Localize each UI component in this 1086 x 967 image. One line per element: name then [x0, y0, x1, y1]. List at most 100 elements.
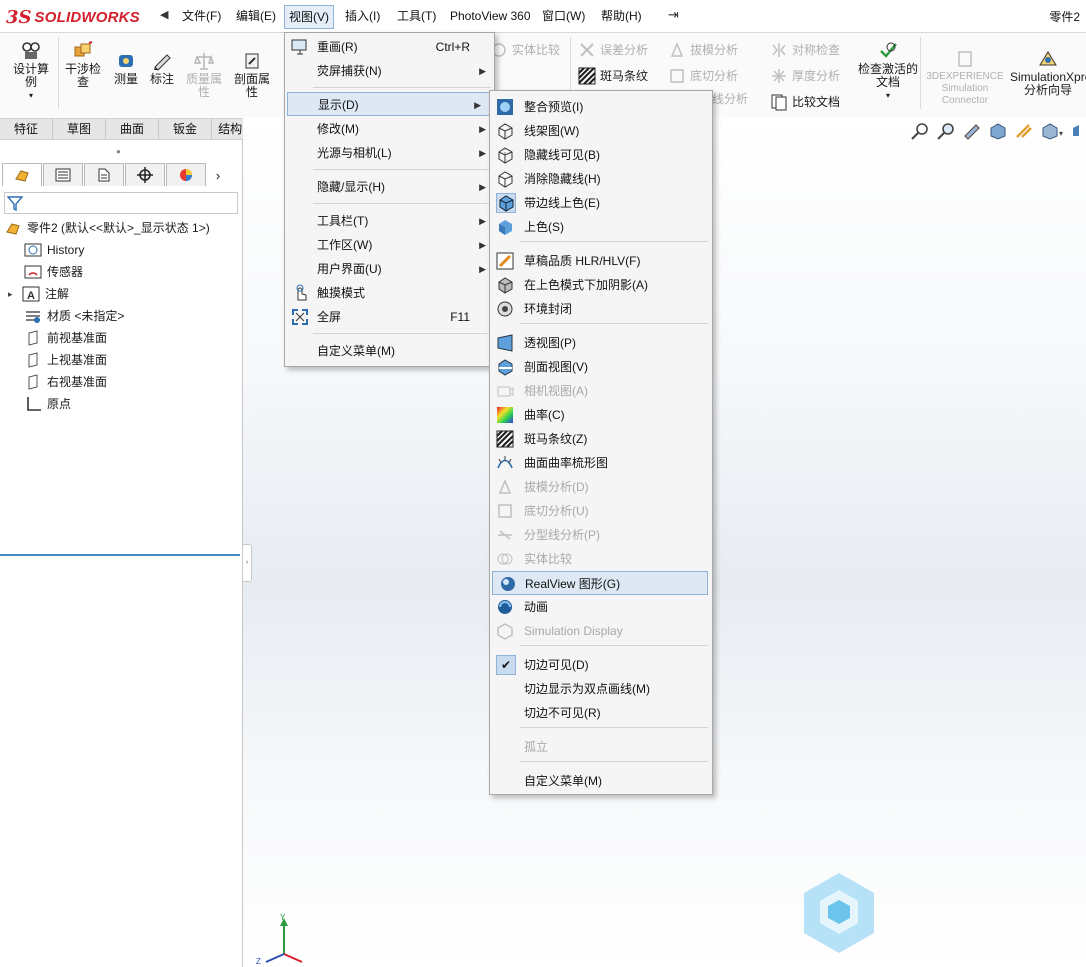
display-menu-item-undercut-16[interactable]: 底切分析(U) — [490, 499, 710, 523]
display-menu-item-text-item-22[interactable]: ✔ 切边可见(D) — [490, 653, 710, 677]
menu-item-modify[interactable]: 修改(M) ▶ — [285, 117, 494, 141]
check-active-document-button[interactable]: 检查激活的文档 ▾ — [858, 41, 918, 102]
section-view-icon[interactable] — [988, 122, 1008, 140]
tree-root-part[interactable]: 零件2 (默认<<默认>_显示状态 1>) — [4, 217, 210, 239]
display-menu-item-compare-18[interactable]: 实体比较 — [490, 547, 710, 571]
simulationxpress-button[interactable]: SimulationXpress分析向导 — [1010, 49, 1086, 97]
zebra-stripes-button[interactable]: 斑马条纹 — [578, 67, 648, 85]
display-menu-item-text-item-24[interactable]: 切边不可见(R) — [490, 701, 710, 725]
tree-item-sensors[interactable]: 传感器 — [24, 261, 83, 283]
display-menu-item-text-item-23[interactable]: 切边显示为双点画线(M) — [490, 677, 710, 701]
tree-item-top-plane[interactable]: 上视基准面 — [24, 349, 107, 371]
menu-item-toolbars[interactable]: 工具栏(T) ▶ — [285, 209, 494, 233]
tab-property-manager[interactable] — [43, 163, 83, 186]
menu-view[interactable]: 视图(V) — [284, 5, 334, 29]
symmetry-check-button[interactable]: 对称检查 — [770, 41, 840, 59]
draft-analysis-button[interactable]: 拔模分析 — [668, 41, 738, 59]
tab-display-manager[interactable] — [166, 163, 206, 186]
undercut-analysis-button[interactable]: 底切分析 — [668, 67, 738, 85]
tab-dimxpert[interactable] — [125, 163, 165, 186]
interference-button[interactable]: 干涉检查 — [62, 41, 104, 89]
menu-item-workspace[interactable]: 工作区(W) ▶ — [285, 233, 494, 257]
display-menu-item-animation-20[interactable]: 动画 — [490, 595, 710, 619]
display-menu-item-parting-line-17[interactable]: 分型线分析(P) — [490, 523, 710, 547]
panel-grip-icon[interactable]: ● — [116, 147, 121, 156]
menu-tools[interactable]: 工具(T) — [393, 5, 440, 27]
measure-button[interactable]: 测量 — [110, 51, 142, 86]
display-menu-item-shaded-edges-4[interactable]: 带边线上色(E) — [490, 191, 710, 215]
parting-line-analysis-button[interactable]: 线分析 — [712, 93, 748, 106]
pin-icon[interactable]: ⇥ — [668, 7, 679, 23]
display-menu-item-shadows-7[interactable]: 在上色模式下加阴影(A) — [490, 273, 710, 297]
tab-sketch[interactable]: 草图 — [53, 119, 107, 139]
menu-item-screen-capture[interactable]: 荧屏捕获(N) ▶ — [285, 59, 494, 83]
tab-sheet-metal[interactable]: 钣金 — [159, 119, 213, 139]
tree-item-front-plane[interactable]: 前视基准面 — [24, 327, 107, 349]
menu-photoview[interactable]: PhotoView 360 — [446, 5, 535, 27]
menu-item-customize-menu[interactable]: 自定义菜单(M) — [285, 339, 494, 363]
display-menu-item-curvature-12[interactable]: 曲率(C) — [490, 403, 710, 427]
display-menu-item-section-view-10[interactable]: 剖面视图(V) — [490, 355, 710, 379]
tree-item-material[interactable]: 材质 <未指定> — [24, 305, 124, 327]
mass-properties-button[interactable]: 质量属性 — [182, 51, 226, 99]
menu-item-display[interactable]: 显示(D) ▶ — [287, 92, 490, 116]
tabs-scroll-right-icon[interactable]: › — [207, 163, 229, 187]
display-menu-item-text-item-25[interactable]: 孤立 — [490, 735, 710, 759]
section-properties-button[interactable]: 剖面属性 — [230, 51, 274, 99]
rollback-bar[interactable] — [0, 554, 240, 556]
display-menu-item-simulation-display-21[interactable]: Simulation Display — [490, 619, 710, 643]
display-menu-item-perspective-9[interactable]: 透视图(P) — [490, 331, 710, 355]
solidworks-logo[interactable]: 3S SOLIDWORKS — [6, 4, 154, 30]
tree-item-origin[interactable]: 原点 — [24, 393, 71, 415]
tree-item-annotations[interactable]: ▸ A 注解 — [8, 283, 69, 305]
menu-item-full-screen[interactable]: 全屏 F11 — [285, 305, 494, 329]
compare-documents-button[interactable]: 比较文档 — [770, 93, 840, 111]
tree-item-right-plane[interactable]: 右视基准面 — [24, 371, 107, 393]
display-menu-item-draft-quality-6[interactable]: 草稿品质 HLR/HLV(F) — [490, 249, 710, 273]
display-menu-item-hidden-lines-visible-2[interactable]: 隐藏线可见(B) — [490, 143, 710, 167]
view-orientation-icon[interactable]: ▾ — [1040, 122, 1066, 140]
menu-item-touch-mode[interactable]: 触摸模式 — [285, 281, 494, 305]
display-menu-item-text-item-26[interactable]: 自定义菜单(M) — [490, 769, 710, 793]
display-menu-item-draft-analysis-15[interactable]: 拔模分析(D) — [490, 475, 710, 499]
tree-item-history[interactable]: History — [24, 239, 84, 261]
display-menu-item-shaded-5[interactable]: 上色(S) — [490, 215, 710, 239]
menu-edit[interactable]: 编辑(E) — [232, 5, 280, 27]
menu-item-user-interface[interactable]: 用户界面(U) ▶ — [285, 257, 494, 281]
3dexperience-simulation-button[interactable]: 3DEXPERIENCE Simulation Connector — [924, 49, 1006, 107]
menu-item-lights-cameras[interactable]: 光源与相机(L) ▶ — [285, 141, 494, 165]
dynamic-annotation-icon[interactable] — [1014, 122, 1034, 140]
display-menu-item-hidden-lines-removed-3[interactable]: 消除隐藏线(H) — [490, 167, 710, 191]
tab-surfaces[interactable]: 曲面 — [106, 119, 160, 139]
design-study-button[interactable]: 设计算例 ▾ — [8, 41, 54, 102]
menu-item-redraw[interactable]: 重画(R) Ctrl+R — [285, 35, 494, 59]
display-menu-item-wireframe-1[interactable]: 线架图(W) — [490, 119, 710, 143]
display-menu-item-curvature-comb-14[interactable]: 曲面曲率梳形图 — [490, 451, 710, 475]
tab-feature-manager[interactable] — [2, 163, 42, 186]
deviation-analysis-button[interactable]: 误差分析 — [578, 41, 648, 59]
solid-compare-button[interactable]: 实体比较 — [490, 41, 560, 59]
zoom-to-area-icon[interactable] — [936, 122, 956, 140]
menu-item-hide-show[interactable]: 隐藏/显示(H) ▶ — [285, 175, 494, 199]
tab-configuration-manager[interactable] — [84, 163, 124, 186]
menu-file[interactable]: 文件(F) — [178, 5, 225, 27]
menu-separator — [313, 203, 491, 204]
markup-button[interactable]: 标注 — [146, 51, 178, 86]
zoom-to-fit-icon[interactable] — [910, 122, 930, 140]
thickness-analysis-button[interactable]: 厚度分析 — [770, 67, 840, 85]
display-menu-item-realview-19[interactable]: RealView 图形(G) — [492, 571, 708, 595]
display-menu-item-zebra-13[interactable]: 斑马条纹(Z) — [490, 427, 710, 451]
tab-features[interactable]: 特征 — [0, 119, 54, 139]
expand-arrow-icon[interactable]: ▸ — [8, 283, 22, 305]
display-style-icon[interactable] — [1072, 122, 1080, 140]
display-menu-item-preview-0[interactable]: 整合预览(I) — [490, 95, 710, 119]
panel-collapse-handle[interactable]: › — [242, 544, 252, 582]
menu-collapse-icon[interactable]: ◀ — [160, 8, 168, 21]
menu-insert[interactable]: 插入(I) — [341, 5, 384, 27]
menu-window[interactable]: 窗口(W) — [538, 5, 589, 27]
filter-box[interactable] — [4, 192, 238, 214]
display-menu-item-camera-view-11[interactable]: 相机视图(A) — [490, 379, 710, 403]
menu-help[interactable]: 帮助(H) — [597, 5, 646, 27]
display-menu-item-ambient-occlusion-8[interactable]: 环境封闭 — [490, 297, 710, 321]
previous-view-icon[interactable] — [962, 122, 982, 140]
